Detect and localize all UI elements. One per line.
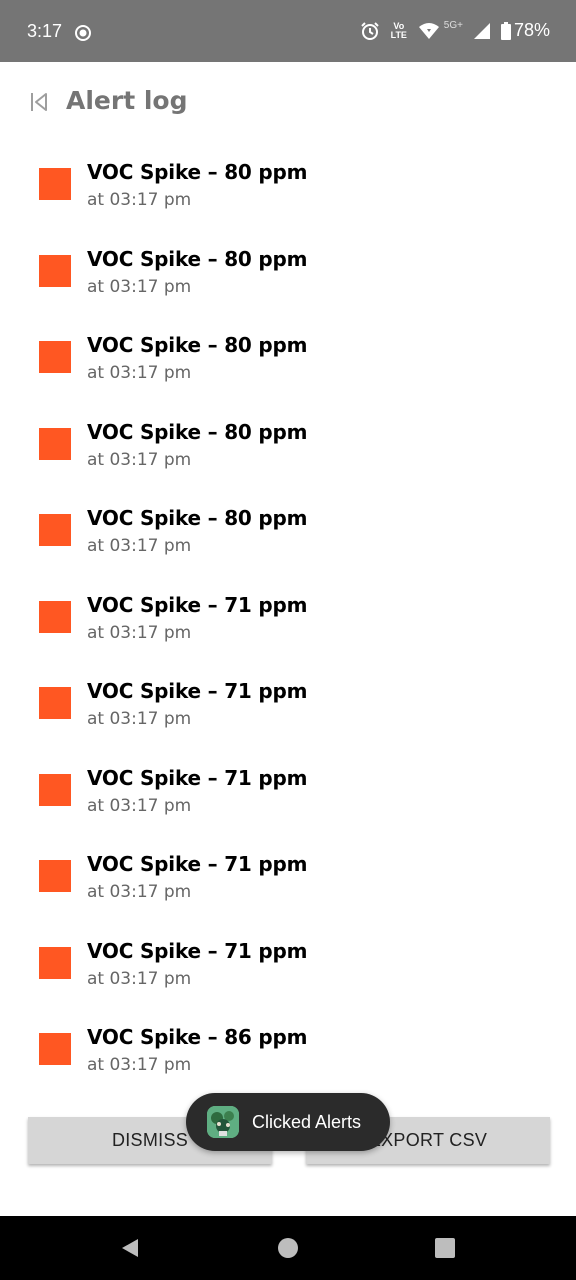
alert-color-swatch <box>39 600 71 633</box>
status-icons: Vo LTE 5G+ 78% <box>360 20 550 41</box>
alert-time: at 03:17 pm <box>87 795 192 816</box>
alert-time: at 03:17 pm <box>87 536 192 556</box>
alert-color-swatch <box>39 168 71 200</box>
back-icon[interactable] <box>30 92 48 112</box>
app-icon <box>207 1106 239 1138</box>
alert-title: VOC Spike – 80 ppm <box>87 160 308 184</box>
nav-recents-icon[interactable] <box>435 1238 455 1258</box>
alert-time: at 03:17 pm <box>87 1055 192 1075</box>
list-item[interactable]: VOC Spike – 80 ppm at 03:17 pm <box>0 490 576 577</box>
list-item[interactable]: VOC Spike – 71 ppm at 03:17 pm <box>0 750 576 837</box>
alert-title: VOC Spike – 71 ppm <box>87 679 308 703</box>
page-title: Alert log <box>66 86 188 115</box>
signal-icon <box>473 22 490 39</box>
battery-percent: 78% <box>513 20 550 40</box>
screen-record-icon <box>75 25 91 41</box>
alert-time: at 03:17 pm <box>87 276 192 297</box>
alert-color-swatch <box>39 687 71 719</box>
list-item[interactable]: VOC Spike – 80 ppm at 03:17 pm <box>0 231 576 318</box>
alert-color-swatch <box>39 1033 71 1065</box>
system-nav-bar <box>0 1216 576 1280</box>
toast: Clicked Alerts <box>186 1093 390 1151</box>
alert-time: at 03:17 pm <box>87 622 192 643</box>
alert-title: VOC Spike – 71 ppm <box>87 852 308 876</box>
list-item[interactable]: VOC Spike – 80 ppm at 03:17 pm <box>0 404 576 491</box>
volte-icon: Vo LTE <box>390 20 407 40</box>
app-header: Alert log <box>0 62 576 144</box>
network-label: 5G+ <box>443 20 463 31</box>
alert-title: VOC Spike – 80 ppm <box>87 506 308 530</box>
alert-color-swatch <box>39 254 71 287</box>
alert-time: at 03:17 pm <box>87 709 192 729</box>
alert-time: at 03:17 pm <box>87 363 192 383</box>
alert-title: VOC Spike – 80 ppm <box>87 333 308 357</box>
list-item[interactable]: VOC Spike – 71 ppm at 03:17 pm <box>0 577 576 664</box>
nav-home-icon[interactable] <box>278 1238 298 1258</box>
alarm-icon <box>361 21 379 40</box>
alert-color-swatch <box>39 341 71 373</box>
alert-color-swatch <box>39 860 71 892</box>
alert-color-swatch <box>39 427 71 460</box>
list-item[interactable]: VOC Spike – 80 ppm at 03:17 pm <box>0 317 576 404</box>
alert-title: VOC Spike – 71 ppm <box>87 938 308 963</box>
alert-color-swatch <box>39 773 71 806</box>
alert-color-swatch <box>39 514 71 546</box>
alert-title: VOC Spike – 86 ppm <box>87 1025 308 1049</box>
nav-back-icon[interactable] <box>120 1238 140 1258</box>
alert-title: VOC Spike – 80 ppm <box>87 246 308 271</box>
alert-time: at 03:17 pm <box>87 190 192 210</box>
status-bar: 3:17 Vo LTE 5G+ 78% <box>0 0 576 62</box>
alert-color-swatch <box>39 946 71 979</box>
list-item[interactable]: VOC Spike – 71 ppm at 03:17 pm <box>0 923 576 1010</box>
alert-time: at 03:17 pm <box>87 968 192 989</box>
battery-icon <box>500 21 511 40</box>
alert-title: VOC Spike – 71 ppm <box>87 592 308 617</box>
alert-time: at 03:17 pm <box>87 449 192 470</box>
list-item[interactable]: VOC Spike – 86 ppm at 03:17 pm <box>0 1009 576 1096</box>
status-time: 3:17 <box>27 21 63 41</box>
alert-list: VOC Spike – 80 ppm at 03:17 pm VOC Spike… <box>0 144 576 1096</box>
list-item[interactable]: VOC Spike – 80 ppm at 03:17 pm <box>0 144 576 231</box>
list-item[interactable]: VOC Spike – 71 ppm at 03:17 pm <box>0 663 576 750</box>
list-item[interactable]: VOC Spike – 71 ppm at 03:17 pm <box>0 836 576 923</box>
alert-title: VOC Spike – 71 ppm <box>87 765 308 790</box>
wifi-icon <box>418 22 439 39</box>
alert-title: VOC Spike – 80 ppm <box>87 419 308 444</box>
alert-time: at 03:17 pm <box>87 882 192 902</box>
toast-message: Clicked Alerts <box>252 1112 362 1132</box>
